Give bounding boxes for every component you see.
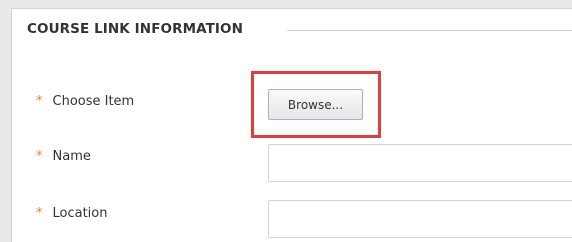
section-title: COURSE LINK INFORMATION	[27, 21, 244, 37]
required-marker: *	[36, 94, 43, 109]
name-input[interactable]	[268, 144, 572, 182]
location-label: Location	[52, 206, 108, 221]
required-marker: *	[36, 206, 43, 221]
required-marker: *	[36, 149, 43, 164]
choose-item-label-row: * Choose Item	[36, 94, 134, 109]
course-link-panel: COURSE LINK INFORMATION * Choose Item Bro…	[11, 8, 572, 242]
name-label-row: * Name	[36, 149, 91, 164]
location-label-row: * Location	[36, 206, 107, 221]
location-input[interactable]	[268, 200, 572, 238]
choose-item-label: Choose Item	[52, 94, 135, 109]
name-label: Name	[52, 149, 91, 164]
browse-button[interactable]: Browse...	[268, 89, 363, 120]
section-divider	[287, 30, 572, 31]
